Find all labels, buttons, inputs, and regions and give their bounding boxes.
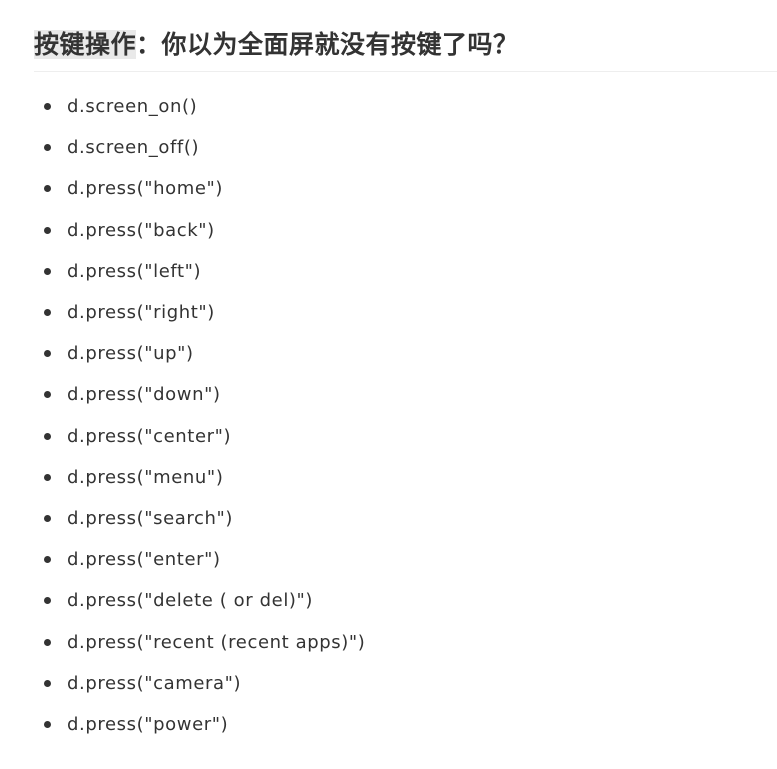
- list-item-text: d.press("up"): [67, 343, 194, 365]
- list-item: d.press("home"): [44, 168, 365, 209]
- bullet-icon: [44, 309, 51, 317]
- bullet-icon: [44, 103, 51, 111]
- section-heading: 按键操作：你以为全面屏就没有按键了吗？: [34, 24, 777, 72]
- list-item: d.press("down"): [44, 374, 365, 415]
- document-page: 按键操作：你以为全面屏就没有按键了吗？ d.screen_on() d.scre…: [0, 0, 777, 769]
- list-item-text: d.screen_on(): [67, 96, 198, 118]
- list-item: d.press("up"): [44, 333, 365, 374]
- list-item: d.press("camera"): [44, 663, 365, 704]
- list-item: d.press("back"): [44, 210, 365, 251]
- heading-rest-text: ：你以为全面屏就没有按键了吗？: [136, 30, 519, 59]
- list-item-text: d.press("center"): [67, 425, 232, 447]
- list-item-text: d.press("search"): [67, 507, 234, 529]
- bullet-icon: [44, 226, 51, 234]
- list-item-text: d.press("power"): [67, 713, 229, 735]
- bullet-icon: [44, 185, 51, 193]
- bullet-icon: [44, 350, 51, 358]
- heading-highlighted-text: 按键操作: [34, 30, 137, 59]
- bullet-icon: [44, 391, 51, 399]
- list-item-text: d.press("camera"): [67, 672, 242, 694]
- bullet-icon: [44, 432, 51, 440]
- list-item-text: d.press("recent (recent apps)"): [67, 631, 366, 653]
- list-item: d.press("delete ( or del)"): [44, 580, 365, 621]
- bullet-icon: [44, 638, 51, 646]
- list-item: d.press("center"): [44, 416, 365, 457]
- bullet-icon: [44, 556, 51, 564]
- list-item: d.screen_off(): [44, 127, 365, 168]
- list-item-text: d.press("back"): [67, 219, 215, 241]
- list-item-text: d.press("home"): [67, 178, 224, 200]
- list-item: d.press("right"): [44, 292, 365, 333]
- list-item: d.press("enter"): [44, 539, 365, 580]
- list-item: d.press("power"): [44, 704, 365, 745]
- list-item-text: d.press("left"): [67, 260, 202, 282]
- bullet-icon: [44, 473, 51, 481]
- bullet-icon: [44, 679, 51, 687]
- list-item: d.press("recent (recent apps)"): [44, 621, 365, 662]
- list-item-text: d.press("menu"): [67, 466, 224, 488]
- bullet-icon: [44, 597, 51, 605]
- list-item: d.press("left"): [44, 251, 365, 292]
- bullet-icon: [44, 720, 51, 728]
- list-item-text: d.press("enter"): [67, 549, 221, 571]
- list-item-text: d.screen_off(): [67, 137, 200, 159]
- list-item-text: d.press("delete ( or del)"): [67, 590, 314, 612]
- bullet-icon: [44, 514, 51, 522]
- list-item: d.press("menu"): [44, 457, 365, 498]
- bullet-icon: [44, 267, 51, 275]
- list-item-text: d.press("right"): [67, 302, 215, 324]
- bullet-icon: [44, 144, 51, 152]
- heading-text: 按键操作：你以为全面屏就没有按键了吗？: [34, 24, 777, 66]
- list-item: d.screen_on(): [44, 86, 365, 127]
- list-item-text: d.press("down"): [67, 384, 221, 406]
- api-list: d.screen_on() d.screen_off() d.press("ho…: [44, 86, 365, 745]
- list-item: d.press("search"): [44, 498, 365, 539]
